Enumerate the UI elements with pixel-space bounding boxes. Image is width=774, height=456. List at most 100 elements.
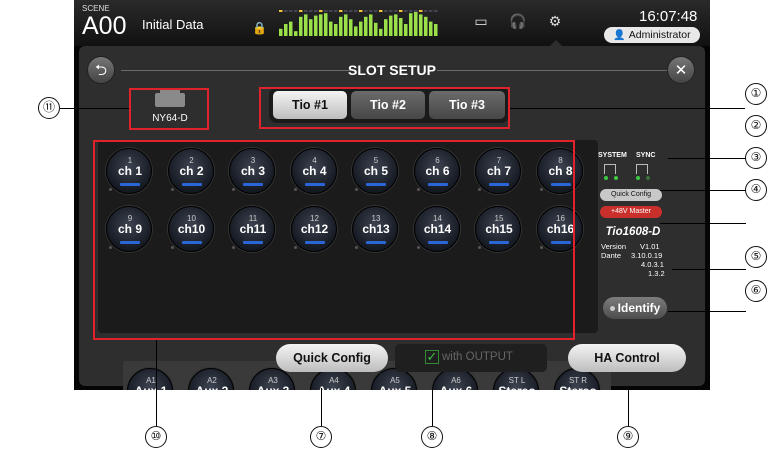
callout-10: ⑩ <box>145 426 167 448</box>
meter-peak <box>419 10 423 12</box>
output-knob[interactable]: A2Aux 2 <box>188 368 234 390</box>
sync-label: SYNC <box>636 152 656 159</box>
leader-line <box>672 269 746 270</box>
meter-peak <box>429 10 433 12</box>
system-label: SYSTEM <box>598 152 627 159</box>
meter-peak <box>349 10 353 12</box>
scene-number[interactable]: A00 <box>82 12 126 41</box>
meter-bar <box>344 14 348 36</box>
close-button[interactable]: ✕ <box>667 56 695 84</box>
callout-11: ⑪ <box>38 97 60 119</box>
meter-bar <box>404 24 408 36</box>
meter-peak <box>289 10 293 12</box>
meter-bar <box>294 31 298 36</box>
meter-bar <box>339 16 343 36</box>
meter-peak <box>394 10 398 12</box>
identify-button[interactable]: Identify <box>603 297 667 319</box>
recorder-icon[interactable]: ▭ <box>470 10 492 32</box>
meter-peak <box>379 10 383 12</box>
meter-peak <box>384 10 388 12</box>
meter-peak <box>334 10 338 12</box>
callout-box-1 <box>259 87 510 129</box>
scene-name[interactable]: Initial Data <box>142 17 203 32</box>
with-output-checkbox[interactable]: ✓ <box>425 350 439 364</box>
meter-bar <box>389 15 393 36</box>
meter-peak <box>409 10 413 12</box>
user-icon: 👤 <box>613 30 626 41</box>
callout-6: ⑥ <box>745 280 767 302</box>
leader-line <box>60 108 129 109</box>
callout-7: ⑦ <box>310 426 332 448</box>
output-knob[interactable]: A1Aux 1 <box>127 368 173 390</box>
meter-bar <box>424 16 428 36</box>
meter-bar <box>329 21 333 36</box>
meter-bar <box>399 18 403 36</box>
meter-bar <box>304 14 308 36</box>
sync-led <box>646 176 650 180</box>
channel-name: Stereo <box>494 384 540 390</box>
sync-led <box>636 176 640 180</box>
channel-name: Aux 2 <box>189 384 235 390</box>
system-led <box>604 176 608 180</box>
meter-peak <box>339 10 343 12</box>
leader-line <box>156 340 157 426</box>
gear-icon[interactable]: ⚙ <box>544 10 566 32</box>
sync-indicator <box>636 164 648 174</box>
meter-bar <box>324 13 328 36</box>
meter-peak <box>329 10 333 12</box>
meter-bar <box>319 14 323 36</box>
leader-line <box>432 388 433 426</box>
quick-config-button[interactable]: Quick Config <box>276 344 388 372</box>
dante-label: Dante <box>601 251 622 260</box>
meter-bar <box>349 19 353 36</box>
ha-control-button[interactable]: HA Control <box>568 344 686 372</box>
page-title: SLOT SETUP <box>348 62 436 78</box>
system-led <box>614 176 618 180</box>
leader-line <box>510 108 745 109</box>
leader-line <box>668 311 746 312</box>
meter-peak <box>344 10 348 12</box>
meter-bar <box>299 16 303 36</box>
system-indicator <box>604 164 616 174</box>
meter-bar <box>414 12 418 36</box>
lock-icon[interactable]: 🔒 <box>252 21 267 35</box>
callout-2: ② <box>745 115 767 137</box>
meter-peak <box>284 10 288 12</box>
meter-peak <box>354 10 358 12</box>
callout-box-10 <box>93 140 575 340</box>
callout-3: ③ <box>745 147 767 169</box>
meter-bar <box>419 14 423 36</box>
user-name: Administrator <box>628 29 691 41</box>
leader-line <box>660 190 746 191</box>
dante-version: 1.3.2 <box>648 269 665 278</box>
level-meters[interactable] <box>279 8 439 38</box>
channel-name: Aux 6 <box>433 384 479 390</box>
meter-peak <box>279 10 283 12</box>
meter-bar <box>279 28 283 36</box>
phantom-master-indicator: +48V Master <box>600 206 662 218</box>
headphones-icon[interactable]: 🎧 <box>507 10 529 32</box>
meter-peak <box>299 10 303 12</box>
meter-peak <box>294 10 298 12</box>
meter-peak <box>404 10 408 12</box>
meter-peak <box>399 10 403 12</box>
leader-line <box>628 388 629 426</box>
meter-bar <box>354 26 358 36</box>
channel-name: Aux 3 <box>250 384 296 390</box>
meter-bar <box>359 21 363 36</box>
meter-peak <box>389 10 393 12</box>
callout-8: ⑧ <box>421 426 443 448</box>
with-output-label: with OUTPUT <box>442 351 513 363</box>
back-arrow-icon: ⮌ <box>94 62 107 79</box>
user-badge[interactable]: 👤 Administrator <box>604 27 700 43</box>
meter-bar <box>369 14 373 36</box>
meter-peak <box>304 10 308 12</box>
callout-box-11 <box>129 88 209 130</box>
meter-bar <box>434 24 438 36</box>
meter-peak <box>314 10 318 12</box>
identify-led <box>609 306 615 312</box>
back-button[interactable]: ⮌ <box>87 56 115 84</box>
meter-bar <box>409 13 413 36</box>
meter-peak <box>374 10 378 12</box>
close-icon: ✕ <box>674 62 688 79</box>
